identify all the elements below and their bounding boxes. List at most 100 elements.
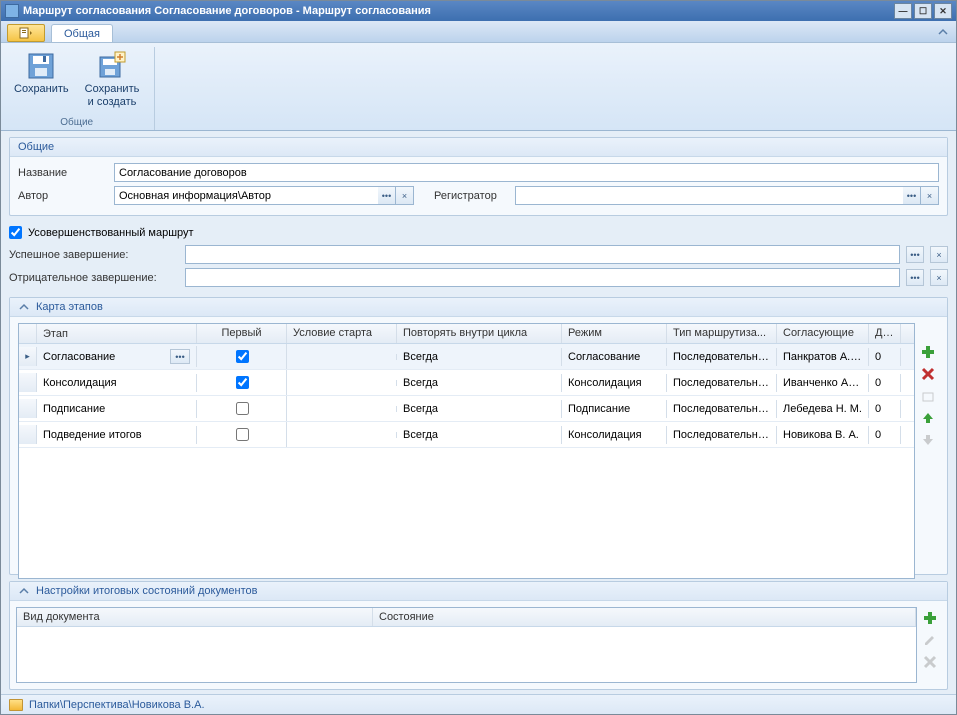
table-row[interactable]: КонсолидацияВсегдаКонсолидацияПоследоват… — [19, 370, 914, 396]
maximize-button[interactable]: ☐ — [914, 3, 932, 19]
cell-routing[interactable]: Последовательное — [667, 400, 777, 418]
cell-repeat[interactable]: Всегда — [397, 348, 562, 366]
save-label: Сохранить — [14, 83, 69, 96]
cell-dl[interactable]: 0 — [869, 400, 901, 418]
col-mode[interactable]: Режим — [562, 324, 667, 343]
cell-approvers[interactable]: Панкратов А. Н. — [777, 348, 869, 366]
cell-mode[interactable]: Подписание — [562, 400, 667, 418]
fail-ellipsis-button[interactable]: ••• — [906, 269, 924, 286]
registrar-ellipsis-button[interactable]: ••• — [903, 186, 921, 205]
table-row[interactable]: ▸Согласование•••ВсегдаСогласованиеПослед… — [19, 344, 914, 370]
save-and-create-button[interactable]: Сохранить и создать — [80, 47, 145, 111]
author-input[interactable] — [114, 186, 378, 205]
fail-listbox[interactable] — [185, 268, 900, 287]
add-row-button[interactable] — [919, 343, 937, 361]
col-stage[interactable]: Этап — [37, 324, 197, 343]
cell-first[interactable] — [197, 344, 287, 369]
stages-panel-title: Карта этапов — [36, 301, 103, 313]
doc-edit-button[interactable] — [921, 631, 939, 649]
first-checkbox[interactable] — [236, 350, 249, 363]
cell-first[interactable] — [197, 422, 287, 447]
ribbon-body: Сохранить Сохранить и создать Общие — [1, 43, 956, 131]
success-listbox[interactable] — [185, 245, 900, 264]
first-checkbox[interactable] — [236, 402, 249, 415]
col-approvers[interactable]: Согласующие — [777, 324, 869, 343]
delete-row-button[interactable] — [919, 365, 937, 383]
cell-mode[interactable]: Согласование — [562, 348, 667, 366]
close-button[interactable]: ✕ — [934, 3, 952, 19]
success-clear-button[interactable]: × — [930, 246, 948, 263]
cell-approvers[interactable]: Лебедева Н. М. — [777, 400, 869, 418]
doc-add-button[interactable] — [921, 609, 939, 627]
table-row[interactable]: ПодписаниеВсегдаПодписаниеПоследовательн… — [19, 396, 914, 422]
move-down-button[interactable] — [919, 431, 937, 449]
cell-routing[interactable]: Последовательное — [667, 426, 777, 444]
stages-collapse-button[interactable] — [18, 301, 30, 313]
cell-routing[interactable]: Последовательное — [667, 348, 777, 366]
cell-cond[interactable] — [287, 432, 397, 438]
cell-routing[interactable]: Последовательное — [667, 374, 777, 392]
name-input[interactable] — [114, 163, 939, 182]
edit-row-button[interactable] — [919, 387, 937, 405]
registrar-input[interactable] — [515, 186, 903, 205]
author-ellipsis-button[interactable]: ••• — [378, 186, 396, 205]
cell-repeat[interactable]: Всегда — [397, 374, 562, 392]
cell-repeat[interactable]: Всегда — [397, 426, 562, 444]
success-ellipsis-button[interactable]: ••• — [906, 246, 924, 263]
col-doctype[interactable]: Вид документа — [17, 608, 373, 626]
cell-approvers[interactable]: Иванченко А. С. — [777, 374, 869, 392]
cell-stage[interactable]: Согласование••• — [37, 346, 197, 367]
advanced-route-checkbox[interactable] — [9, 226, 22, 239]
col-first[interactable]: Первый — [197, 324, 287, 343]
cell-dl[interactable]: 0 — [869, 374, 901, 392]
statusbar-path: Папки\Перспектива\Новикова В.А. — [29, 699, 205, 711]
save-and-create-label-2: и создать — [88, 96, 137, 108]
chevron-up-icon — [19, 586, 29, 596]
cell-mode[interactable]: Консолидация — [562, 374, 667, 392]
cell-first[interactable] — [197, 396, 287, 421]
cell-cond[interactable] — [287, 406, 397, 412]
chevron-up-icon — [938, 27, 948, 37]
save-button[interactable]: Сохранить — [9, 47, 74, 111]
cell-dl[interactable]: 0 — [869, 348, 901, 366]
cell-stage[interactable]: Подведение итогов — [37, 426, 197, 444]
cell-stage[interactable]: Консолидация — [37, 374, 197, 392]
row-indicator-header — [19, 324, 37, 343]
stage-ellipsis-button[interactable]: ••• — [170, 349, 190, 364]
doc-states-grid[interactable]: Вид документа Состояние — [16, 607, 917, 683]
cell-dl[interactable]: 0 — [869, 426, 901, 444]
col-routing[interactable]: Тип маршрутиза... — [667, 324, 777, 343]
stages-grid[interactable]: Этап Первый Условие старта Повторять вну… — [18, 323, 915, 579]
statusbar: Папки\Перспектива\Новикова В.А. — [1, 694, 956, 714]
cell-cond[interactable] — [287, 380, 397, 386]
move-up-button[interactable] — [919, 409, 937, 427]
collapse-ribbon-button[interactable] — [936, 25, 950, 39]
registrar-label: Регистратор — [434, 190, 509, 202]
table-row[interactable]: Подведение итогов ВсегдаКонсолидацияПосле… — [19, 422, 914, 448]
cell-mode[interactable]: Консолидация — [562, 426, 667, 444]
cell-repeat[interactable]: Всегда — [397, 400, 562, 418]
registrar-clear-button[interactable]: × — [921, 186, 939, 205]
minimize-button[interactable]: — — [894, 3, 912, 19]
doc-states-collapse-button[interactable] — [18, 585, 30, 597]
cell-first[interactable] — [197, 370, 287, 395]
first-checkbox[interactable] — [236, 428, 249, 441]
app-menu-button[interactable] — [7, 24, 45, 42]
fail-clear-button[interactable]: × — [930, 269, 948, 286]
cell-stage[interactable]: Подписание — [37, 400, 197, 418]
col-state[interactable]: Состояние — [373, 608, 916, 626]
cell-approvers[interactable]: Новикова В. А. — [777, 426, 869, 444]
doc-states-header: Настройки итоговых состояний документов — [10, 582, 947, 601]
tab-general[interactable]: Общая — [51, 24, 113, 42]
cell-cond[interactable] — [287, 354, 397, 360]
first-checkbox[interactable] — [236, 376, 249, 389]
delete-icon — [923, 655, 937, 669]
route-settings: Усовершенствованный маршрут Успешное зав… — [9, 222, 948, 291]
grid-empty-area — [19, 448, 914, 578]
col-dl[interactable]: Дл... — [869, 324, 901, 343]
author-clear-button[interactable]: × — [396, 186, 414, 205]
col-cond[interactable]: Условие старта — [287, 324, 397, 343]
col-repeat[interactable]: Повторять внутри цикла — [397, 324, 562, 343]
doc-delete-button[interactable] — [921, 653, 939, 671]
doc-states-title: Настройки итоговых состояний документов — [36, 585, 258, 597]
